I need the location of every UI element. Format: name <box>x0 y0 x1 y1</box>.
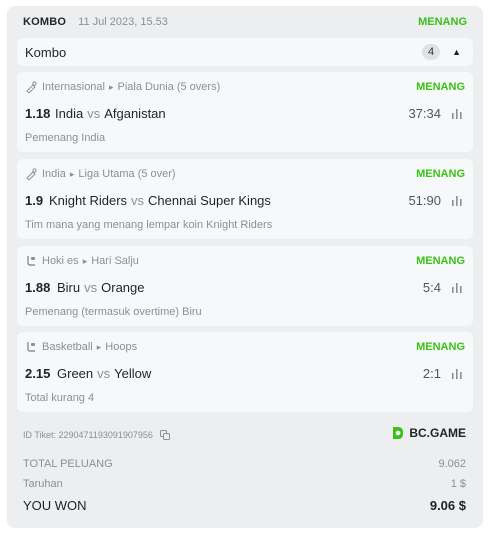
bet-ticket: KOMBO 11 Jul 2023, 15.53 MENANG Kombo 4 … <box>7 6 483 528</box>
bet-league: India ▸ Liga Utama (5 over) <box>25 168 176 180</box>
bet-league-name: Piala Dunia (5 overs) <box>117 81 221 93</box>
separator-dot: ▸ <box>82 255 88 266</box>
payout-row: YOU WON 9.06 $ <box>23 498 466 513</box>
bet-teams: Biru vs Orange <box>57 280 145 295</box>
ice-hockey-icon <box>27 256 35 266</box>
bet-league: Internasional ▸ Piala Dunia (5 overs) <box>25 81 220 93</box>
bet-league-name: Hari Salju <box>91 255 139 267</box>
versus-label: vs <box>87 106 101 121</box>
bet-date: 11 Jul 2023, 15.53 <box>78 16 168 28</box>
combo-group-header[interactable]: Kombo 4 ▲ <box>17 38 473 66</box>
brand-logo: BC.GAME <box>391 426 466 440</box>
ticket-id: ID Tiket: 2290471193091907956 <box>23 430 170 440</box>
ticket-header: KOMBO 11 Jul 2023, 15.53 MENANG <box>23 14 467 30</box>
ticket-status: MENANG <box>418 16 467 28</box>
versus-label: vs <box>131 193 145 208</box>
bet-type-label: KOMBO <box>23 16 67 28</box>
home-team: Green <box>57 366 94 381</box>
bet-card: Basketball ▸ Hoops MENANG 2.15 Green vs Ye… <box>17 332 473 412</box>
bet-status: MENANG <box>416 255 465 267</box>
away-team: Afganistan <box>104 106 166 121</box>
bet-category: Hoki es <box>42 255 79 267</box>
collapse-caret-icon[interactable]: ▲ <box>452 47 461 57</box>
bet-card: Internasional ▸ Piala Dunia (5 overs) ME… <box>17 72 473 152</box>
bet-odds: 2.15 <box>25 366 51 381</box>
bet-teams: India vs Afganistan <box>55 106 166 121</box>
versus-label: vs <box>84 280 98 295</box>
stats-icon[interactable] <box>451 368 463 379</box>
bet-pick: Total kurang 4 <box>25 392 95 404</box>
stake-row: Taruhan 1 $ <box>23 478 466 490</box>
bet-odds: 1.88 <box>25 280 51 295</box>
bet-odds: 1.18 <box>25 106 51 121</box>
bet-pick: Pemenang India <box>25 132 106 144</box>
total-odds-label: TOTAL PELUANG <box>23 458 113 470</box>
away-team: Chennai Super Kings <box>148 193 271 208</box>
bet-score: 2:1 <box>422 366 441 381</box>
bet-card: Hoki es ▸ Hari Salju MENANG 1.88 Biru vs O… <box>17 246 473 326</box>
away-team: Yellow <box>114 366 152 381</box>
brand-name: BC.GAME <box>409 426 466 440</box>
home-team: Knight Riders <box>49 193 128 208</box>
bet-league: Basketball ▸ Hoops <box>25 341 137 353</box>
bet-pick: Tim mana yang menang lempar koin Knight … <box>25 219 273 231</box>
stats-icon[interactable] <box>451 282 463 293</box>
separator-dot: ▸ <box>109 81 114 92</box>
bet-score: 51:90 <box>408 193 441 208</box>
basketball-icon <box>27 342 35 352</box>
bc-game-logo-icon <box>393 427 404 439</box>
total-odds-row: TOTAL PELUANG 9.062 <box>23 458 466 470</box>
selection-count-badge: 4 <box>422 44 441 60</box>
bet-odds: 1.9 <box>25 193 44 208</box>
bet-teams: Knight Riders vs Chennai Super Kings <box>49 193 271 208</box>
payout-label: YOU WON <box>23 498 87 513</box>
stats-icon[interactable] <box>451 108 463 119</box>
away-team: Orange <box>101 280 145 295</box>
bet-category: India <box>42 168 66 180</box>
bet-score: 5:4 <box>422 280 441 295</box>
home-team: Biru <box>57 280 81 295</box>
bet-status: MENANG <box>416 168 465 180</box>
stake-label: Taruhan <box>23 478 63 490</box>
bet-pick: Pemenang (termasuk overtime) Biru <box>25 306 202 318</box>
stats-icon[interactable] <box>451 195 463 206</box>
total-odds-value: 9.062 <box>438 458 466 470</box>
bet-status: MENANG <box>416 341 465 353</box>
home-team: India <box>55 106 84 121</box>
bet-category: Internasional <box>42 81 105 93</box>
copy-icon[interactable] <box>159 430 170 440</box>
separator-dot: ▸ <box>96 341 102 352</box>
bet-league-name: Liga Utama (5 over) <box>78 168 176 180</box>
separator-dot: ▸ <box>69 168 75 179</box>
bet-status: MENANG <box>416 81 465 93</box>
payout-value: 9.06 $ <box>429 498 466 513</box>
versus-label: vs <box>97 366 111 381</box>
bet-league: Hoki es ▸ Hari Salju <box>25 255 139 267</box>
bet-category: Basketball <box>42 341 93 353</box>
bet-score: 37:34 <box>408 106 441 121</box>
combo-group-label: Kombo <box>25 44 67 60</box>
bet-league-name: Hoops <box>105 341 138 353</box>
bet-teams: Green vs Yellow <box>57 366 151 381</box>
cricket-icon <box>26 81 37 93</box>
ticket-id-text: ID Tiket: 2290471193091907956 <box>23 430 153 440</box>
cricket-icon <box>26 168 37 180</box>
bet-card: India ▸ Liga Utama (5 over) MENANG 1.9 K… <box>17 159 473 239</box>
stake-value: 1 $ <box>450 478 466 490</box>
